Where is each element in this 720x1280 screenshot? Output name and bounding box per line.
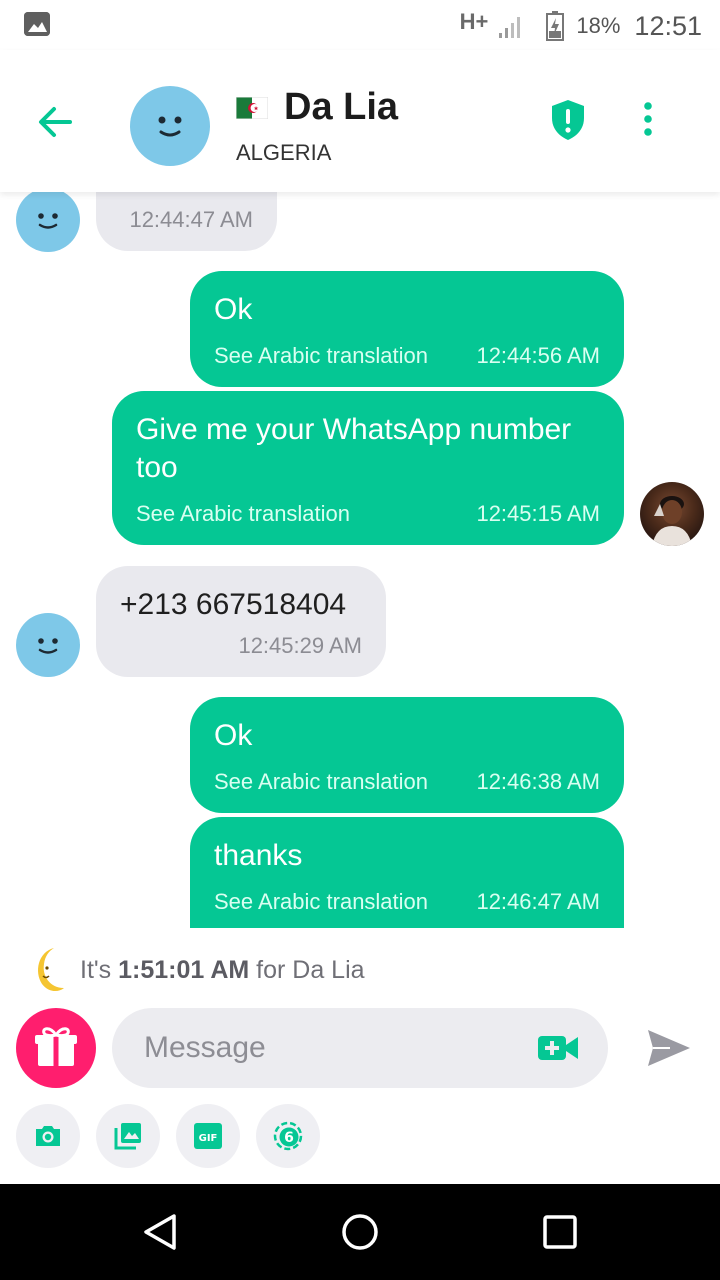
gif-icon: GIF <box>194 1123 222 1149</box>
message-time: 12:45:29 AM <box>238 633 362 658</box>
message-text: +213 667518404 <box>120 588 347 621</box>
message-bubble-outgoing[interactable]: Give me your WhatsApp number too See Ara… <box>112 391 624 545</box>
see-translation-link[interactable]: See Arabic translation <box>214 769 428 795</box>
signal-icon <box>499 17 521 38</box>
send-button[interactable] <box>644 1026 692 1070</box>
arrow-left-icon <box>39 107 72 137</box>
camera-icon <box>36 1126 60 1146</box>
user-photo <box>652 496 692 546</box>
gallery-button[interactable] <box>96 1104 160 1168</box>
smiley-face-icon <box>38 213 58 229</box>
smiley-face-icon <box>158 116 182 137</box>
more-vertical-icon <box>644 102 652 136</box>
svg-text:GIF: GIF <box>199 1133 218 1144</box>
user-avatar[interactable] <box>640 482 704 546</box>
message-text-line-2: too <box>136 451 178 484</box>
timer-6-icon: 6 <box>273 1121 303 1151</box>
gift-icon <box>35 1027 77 1066</box>
message-time: 12:46:47 AM <box>476 889 600 914</box>
contact-local-time: It's 1:51:01 AM for Da Lia <box>30 942 365 998</box>
message-bubble-incoming[interactable]: +213 667518404 12:45:29 AM <box>96 566 386 677</box>
see-translation-link[interactable]: See Arabic translation <box>136 501 350 527</box>
square-recents-icon <box>543 1215 577 1249</box>
message-input[interactable] <box>144 1028 524 1068</box>
message-time: 12:46:38 AM <box>476 769 600 794</box>
nav-recents-button[interactable] <box>540 1212 580 1252</box>
gif-button[interactable]: GIF <box>176 1104 240 1168</box>
contact-country: ALGERIA <box>236 140 332 165</box>
network-type: H+ <box>459 9 489 34</box>
smiley-face-icon <box>38 638 58 654</box>
local-time-value: 1:51:01 AM <box>118 955 250 984</box>
message-text-line-1: Give me your WhatsApp number <box>136 413 572 446</box>
triangle-back-icon <box>144 1214 176 1250</box>
message-bubble-outgoing[interactable]: Ok See Arabic translation 12:44:56 AM <box>190 271 624 387</box>
contact-name[interactable]: Da Lia <box>284 86 398 129</box>
clock: 12:51 <box>634 10 702 41</box>
gallery-icon <box>114 1123 141 1150</box>
message-field[interactable] <box>112 1008 608 1088</box>
camera-button[interactable] <box>16 1104 80 1168</box>
more-options-button[interactable] <box>636 100 660 140</box>
contact-avatar-small[interactable] <box>16 613 80 677</box>
gallery-notification-icon <box>24 12 50 36</box>
contact-avatar-small[interactable] <box>16 192 80 252</box>
message-list[interactable]: 12:44:47 AM Ok See Arabic translation 12… <box>0 192 720 928</box>
message-time: 12:44:47 AM <box>129 207 253 232</box>
disappearing-photo-button[interactable]: 6 <box>256 1104 320 1168</box>
safety-button[interactable] <box>548 98 588 142</box>
message-time: 12:44:56 AM <box>476 343 600 368</box>
chat-header: Da Lia ALGERIA <box>0 50 720 192</box>
nav-home-button[interactable] <box>340 1212 380 1252</box>
message-text: Ok <box>214 293 253 326</box>
back-button[interactable] <box>34 102 78 142</box>
system-navigation-bar <box>0 1184 720 1280</box>
circle-home-icon <box>342 1214 378 1250</box>
video-camera-plus-icon <box>538 1036 578 1060</box>
message-bubble-outgoing[interactable]: Ok See Arabic translation 12:46:38 AM <box>190 697 624 813</box>
message-time: 12:45:15 AM <box>476 501 600 526</box>
shield-alert-icon <box>552 100 584 140</box>
battery-percent: 18% <box>576 13 621 38</box>
local-time-suffix: for Da Lia <box>256 955 365 984</box>
send-icon <box>648 1030 690 1066</box>
message-bubble-outgoing[interactable]: thanks See Arabic translation 12:46:47 A… <box>190 817 624 928</box>
video-message-button[interactable] <box>536 1032 580 1064</box>
battery-icon <box>546 11 565 41</box>
status-bar: H+ 18% 12:51 <box>0 0 720 50</box>
contact-avatar[interactable] <box>130 86 210 166</box>
message-bubble-incoming[interactable]: 12:44:47 AM <box>96 192 277 251</box>
local-time-prefix: It's <box>80 955 112 984</box>
message-text: thanks <box>214 839 303 872</box>
crescent-moon-icon <box>38 948 64 992</box>
see-translation-link[interactable]: See Arabic translation <box>214 343 428 369</box>
svg-text:6: 6 <box>284 1130 294 1146</box>
algeria-flag-icon <box>236 97 268 119</box>
message-text: Ok <box>214 719 253 752</box>
nav-back-button[interactable] <box>140 1212 180 1252</box>
see-translation-link[interactable]: See Arabic translation <box>214 889 428 915</box>
attachment-toolbar: GIF 6 <box>0 1104 720 1168</box>
gift-button[interactable] <box>16 1008 96 1088</box>
